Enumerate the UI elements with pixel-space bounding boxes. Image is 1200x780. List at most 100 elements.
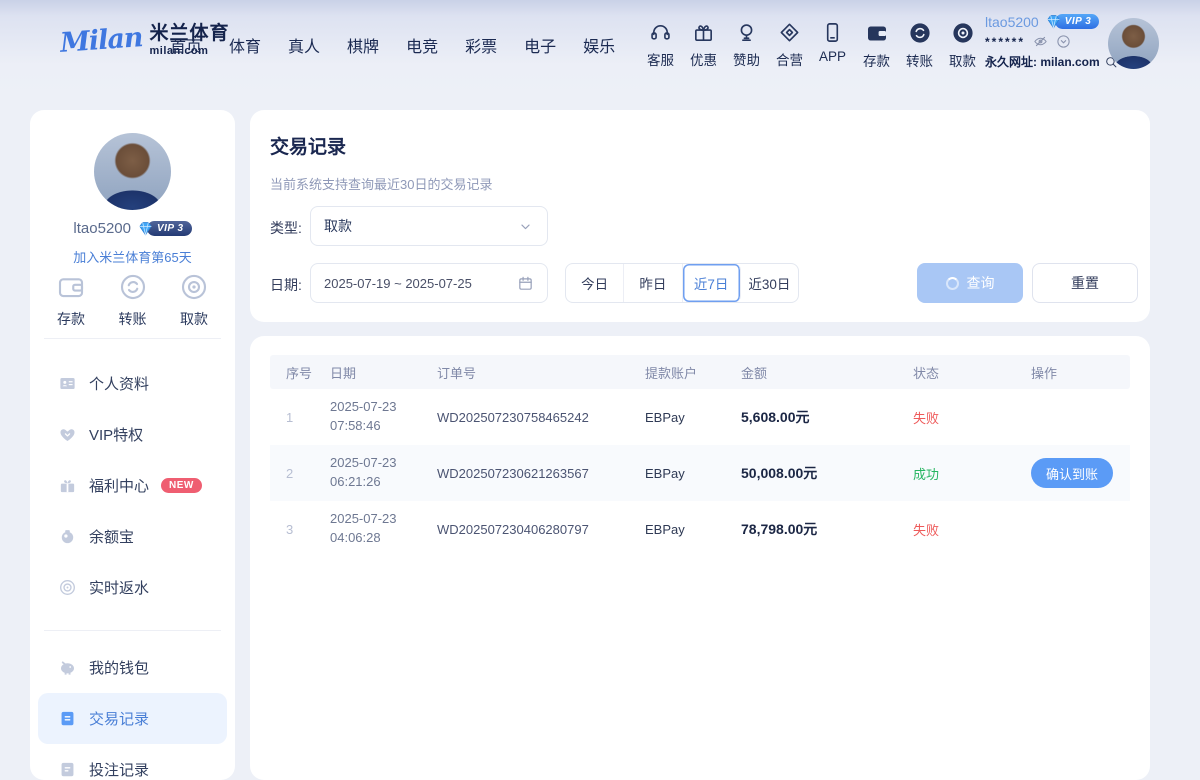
nav-item[interactable]: 电竞 bbox=[406, 33, 438, 57]
sidebar-item[interactable]: 我的钱包 bbox=[38, 642, 227, 693]
header-avatar[interactable] bbox=[1108, 18, 1159, 69]
sidebar-quick-action[interactable]: 转账 bbox=[118, 272, 148, 329]
cell-amount: 5,608.00元 bbox=[731, 389, 903, 445]
table-column-header: 金额 bbox=[731, 355, 903, 389]
header-link[interactable]: APP bbox=[812, 21, 853, 69]
top-bar: Milan 米兰体育 milan.com 首页体育真人棋牌电竞彩票电子娱乐 客服… bbox=[0, 0, 1200, 100]
cell-action: 确认到账 bbox=[1021, 445, 1130, 501]
nav-item[interactable]: 首页 bbox=[170, 33, 202, 57]
range-button[interactable]: 近30日 bbox=[741, 264, 798, 302]
page-subtitle: 当前系统支持查询最近30日的交易记录 bbox=[270, 174, 492, 193]
cell-withdraw-account: EBPay bbox=[635, 501, 731, 557]
header-link[interactable]: 取款 bbox=[942, 21, 983, 70]
wallet-outline-icon bbox=[56, 272, 86, 302]
sidebar-menu-primary: 个人资料 VIP特权福利中心NEW 余额宝实时返水 bbox=[30, 358, 235, 613]
profile-avatar[interactable] bbox=[94, 133, 171, 210]
header-link-label: 客服 bbox=[647, 49, 674, 69]
divider bbox=[44, 630, 221, 631]
cell-date: 2025-07-2306:21:26 bbox=[320, 445, 427, 501]
vip-diamond-icon bbox=[137, 220, 154, 237]
nav-item[interactable]: 彩票 bbox=[465, 33, 497, 57]
sidebar-item[interactable]: 实时返水 bbox=[38, 562, 227, 613]
doc-filled-icon bbox=[58, 709, 77, 728]
sidebar-item-label: 个人资料 bbox=[89, 373, 149, 394]
chevron-circle-down-icon[interactable] bbox=[1056, 34, 1071, 49]
transaction-filter-card: 交易记录 当前系统支持查询最近30日的交易记录 类型: 取款 日期: 2025-… bbox=[250, 110, 1150, 322]
headset-icon bbox=[649, 21, 672, 44]
cell-index: 3 bbox=[270, 501, 320, 557]
header-link[interactable]: 转账 bbox=[899, 21, 940, 70]
confirm-received-button[interactable]: 确认到账 bbox=[1031, 458, 1113, 488]
cell-action bbox=[1021, 501, 1130, 557]
quick-action-label: 取款 bbox=[180, 309, 208, 329]
calendar-icon[interactable] bbox=[517, 275, 534, 292]
sidebar-item[interactable]: 余额宝 bbox=[38, 511, 227, 562]
sidebar-quick-action[interactable]: 存款 bbox=[56, 272, 86, 329]
sidebar-item-label: 余额宝 bbox=[89, 526, 134, 547]
cell-order-no: WD202507230621263567 bbox=[427, 445, 635, 501]
nav-item[interactable]: 体育 bbox=[229, 33, 261, 57]
transfer-outline-icon bbox=[118, 272, 148, 302]
quick-action-label: 存款 bbox=[57, 309, 85, 329]
pot-icon bbox=[58, 527, 77, 546]
sidebar-item-label: 投注记录 bbox=[89, 759, 149, 780]
cell-status: 成功 bbox=[903, 445, 1021, 501]
type-label: 类型: bbox=[270, 218, 302, 238]
range-button[interactable]: 昨日 bbox=[624, 264, 682, 302]
cell-date: 2025-07-2304:06:28 bbox=[320, 501, 427, 557]
new-badge: NEW bbox=[161, 478, 202, 493]
date-range-value: 2025-07-19 ~ 2025-07-25 bbox=[324, 276, 517, 291]
nav-item[interactable]: 电子 bbox=[524, 33, 556, 57]
time-value: 07:58:46 bbox=[330, 417, 427, 436]
username[interactable]: ltao5200 bbox=[985, 14, 1039, 30]
eye-off-icon[interactable] bbox=[1033, 34, 1048, 49]
header-user-block: ltao5200 VIP 3 ****** 永久网址: milan.com bbox=[985, 13, 1118, 70]
header-link-label: 合营 bbox=[776, 49, 803, 69]
header-link[interactable]: 客服 bbox=[640, 21, 681, 69]
sidebar-item[interactable]: VIP特权 bbox=[38, 409, 227, 460]
logo-script-text: Milan bbox=[59, 22, 143, 59]
table-header-row: 序号日期订单号提款账户金额状态操作 bbox=[270, 355, 1130, 389]
header-link[interactable]: 合营 bbox=[769, 21, 810, 69]
vip-heart-icon bbox=[58, 425, 77, 444]
search-button-label: 查询 bbox=[967, 273, 995, 293]
sidebar-item[interactable]: 投注记录 bbox=[38, 744, 227, 780]
sidebar-menu-secondary: 我的钱包交易记录投注记录 bbox=[30, 642, 235, 780]
cell-amount: 50,008.00元 bbox=[731, 445, 903, 501]
withdraw-filled-icon bbox=[951, 21, 975, 45]
nav-item[interactable]: 真人 bbox=[288, 33, 320, 57]
sidebar-quick-action[interactable]: 取款 bbox=[179, 272, 209, 329]
quick-action-label: 转账 bbox=[119, 309, 147, 329]
range-button[interactable]: 近7日 bbox=[683, 264, 741, 302]
sidebar-item[interactable]: 个人资料 bbox=[38, 358, 227, 409]
sidebar-username: ltao5200 bbox=[73, 220, 131, 237]
sidebar-item[interactable]: 福利中心NEW bbox=[38, 460, 227, 511]
reset-button-label: 重置 bbox=[1071, 273, 1099, 293]
cell-index: 1 bbox=[270, 389, 320, 445]
loading-spinner-icon bbox=[946, 277, 959, 290]
main-nav: 首页 体育 真人 棋牌 电竞 彩票 电子 娱乐 bbox=[170, 0, 615, 90]
date-value: 2025-07-23 bbox=[330, 454, 427, 473]
reset-button[interactable]: 重置 bbox=[1032, 263, 1138, 303]
phone-icon bbox=[821, 21, 844, 44]
range-button[interactable]: 今日 bbox=[566, 264, 624, 302]
sidebar-item-label: VIP特权 bbox=[89, 424, 143, 445]
nav-item[interactable]: 娱乐 bbox=[583, 33, 615, 57]
header-link-label: 取款 bbox=[949, 50, 976, 70]
sidebar-item[interactable]: 交易记录 bbox=[38, 693, 227, 744]
vip-diamond-icon bbox=[1045, 13, 1062, 30]
date-range-input[interactable]: 2025-07-19 ~ 2025-07-25 bbox=[310, 263, 548, 303]
header-link[interactable]: 存款 bbox=[856, 21, 897, 70]
cell-withdraw-account: EBPay bbox=[635, 445, 731, 501]
header-link[interactable]: 优惠 bbox=[683, 21, 724, 69]
header-link[interactable]: 赞助 bbox=[726, 21, 767, 69]
type-select[interactable]: 取款 bbox=[310, 206, 548, 246]
sidebar-item-label: 实时返水 bbox=[89, 577, 149, 598]
table-row: 32025-07-2304:06:28WD202507230406280797E… bbox=[270, 501, 1130, 557]
date-value: 2025-07-23 bbox=[330, 398, 427, 417]
nav-item[interactable]: 棋牌 bbox=[347, 33, 379, 57]
header-link-label: 转账 bbox=[906, 50, 933, 70]
search-button[interactable]: 查询 bbox=[917, 263, 1023, 303]
type-select-value: 取款 bbox=[324, 216, 517, 236]
vip-badge: VIP 3 bbox=[1045, 13, 1100, 30]
